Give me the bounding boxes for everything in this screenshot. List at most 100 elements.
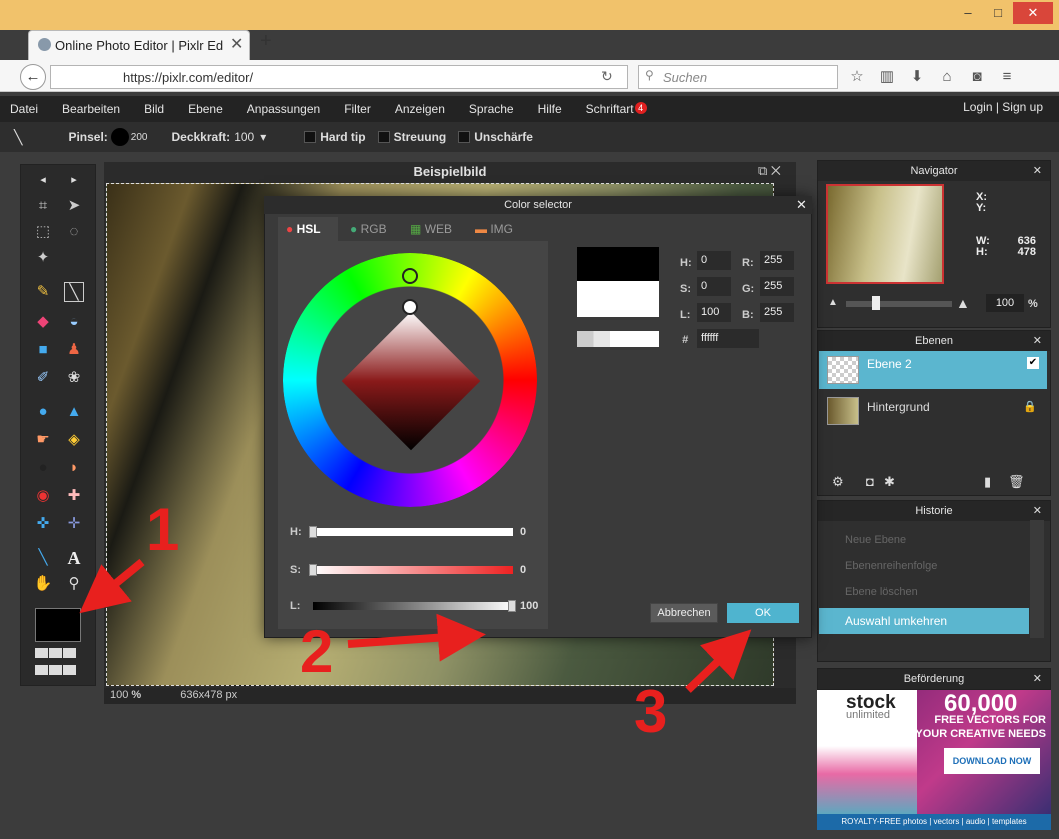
lasso-icon[interactable]: ◌: [64, 222, 84, 242]
foreground-color-swatch[interactable]: [35, 608, 81, 642]
hard-tip-box[interactable]: [304, 131, 317, 143]
menu-ebene[interactable]: Ebene: [188, 102, 223, 116]
bookmark-star-icon[interactable]: ☆: [842, 64, 872, 90]
history-item[interactable]: Ebene löschen: [819, 582, 1029, 604]
h-input[interactable]: 0: [697, 251, 731, 270]
collapse-left-icon[interactable]: ◂: [33, 170, 53, 190]
sharpen-icon[interactable]: ▲: [64, 402, 84, 422]
color-replace-icon[interactable]: ✐: [33, 368, 53, 388]
layer-visibility-checkbox[interactable]: ✔: [1027, 357, 1039, 369]
dodge-icon[interactable]: ◗: [64, 458, 84, 478]
home-icon[interactable]: ⌂: [932, 64, 962, 90]
type-tool-icon[interactable]: A: [64, 548, 84, 568]
menu-bearbeiten[interactable]: Bearbeiten: [62, 102, 120, 116]
layer-item[interactable]: Ebene 2 ✔: [819, 351, 1047, 389]
zoom-icon[interactable]: ⚲: [64, 574, 84, 594]
clone-stamp-icon[interactable]: ♟: [64, 340, 84, 360]
opacity-value[interactable]: 100: [234, 130, 254, 144]
b-input[interactable]: 255: [760, 303, 794, 322]
tab-hsl[interactable]: ● HSL: [278, 217, 338, 243]
menu-datei[interactable]: Datei: [10, 102, 38, 116]
search-input[interactable]: Suchen: [638, 65, 838, 89]
pinch-icon[interactable]: ✛: [64, 514, 84, 534]
login-link[interactable]: Login: [963, 100, 992, 114]
download-icon[interactable]: ⬇: [902, 64, 932, 90]
menu-bild[interactable]: Bild: [144, 102, 164, 116]
brush-icon[interactable]: ╲: [64, 282, 84, 302]
red-eye-icon[interactable]: ◉: [33, 486, 53, 506]
pencil-icon[interactable]: ✎: [33, 282, 53, 302]
navigator-zoom-input[interactable]: 100: [986, 294, 1024, 312]
hard-tip-checkbox[interactable]: Hard tip: [304, 130, 366, 144]
s-input[interactable]: 0: [697, 277, 731, 296]
opacity-dropdown-icon[interactable]: ▾: [260, 130, 266, 144]
color-picker-icon[interactable]: ╲: [33, 548, 53, 568]
back-button[interactable]: ←: [20, 64, 46, 90]
zoom-slider-knob[interactable]: [872, 296, 880, 310]
scatter-checkbox[interactable]: Streuung: [377, 130, 446, 144]
tab-web[interactable]: ▦ WEB: [410, 217, 452, 243]
crop-icon[interactable]: ⌗: [33, 196, 53, 216]
new-layer-icon[interactable]: ▮: [984, 474, 991, 490]
hand-icon[interactable]: ✋: [33, 574, 53, 594]
reading-list-icon[interactable]: ▥: [872, 64, 902, 90]
move-icon[interactable]: ➤: [64, 196, 84, 216]
promotion-close-icon[interactable]: ✕: [1033, 669, 1042, 689]
bloat-icon[interactable]: ✜: [33, 514, 53, 534]
history-scrollbar[interactable]: [1030, 520, 1044, 638]
navigator-thumbnail[interactable]: [826, 184, 944, 284]
scatter-box[interactable]: [377, 131, 390, 143]
blur-checkbox[interactable]: Unschärfe: [458, 130, 533, 144]
layer-settings-icon[interactable]: ⚙: [832, 474, 844, 490]
pocket-icon[interactable]: ◙: [962, 64, 992, 90]
hue-wheel[interactable]: [278, 250, 548, 520]
layer-item[interactable]: Hintergrund 🔒: [819, 392, 1047, 430]
g-input[interactable]: 255: [760, 277, 794, 296]
collapse-right-icon[interactable]: ▸: [64, 170, 84, 190]
smudge-icon[interactable]: ☛: [33, 430, 53, 450]
navigator-close-icon[interactable]: ✕: [1033, 161, 1042, 181]
spot-heal-icon[interactable]: ✚: [64, 486, 84, 506]
menu-anpassungen[interactable]: Anpassungen: [247, 102, 320, 116]
dialog-close-icon[interactable]: ✕: [796, 197, 807, 213]
hamburger-menu-icon[interactable]: ≡: [992, 64, 1022, 90]
delete-layer-icon[interactable]: 🗑: [1008, 474, 1025, 490]
r-input[interactable]: 255: [760, 251, 794, 270]
address-bar[interactable]: https://pixlr.com/editor/: [50, 65, 628, 89]
menu-anzeigen[interactable]: Anzeigen: [395, 102, 445, 116]
gradient-icon[interactable]: ■: [33, 340, 53, 360]
zoom-out-icon[interactable]: ▲: [828, 297, 838, 308]
document-window-controls[interactable]: ⧉ ✕: [758, 163, 781, 179]
blur-box[interactable]: [458, 131, 471, 143]
color-handle[interactable]: [402, 299, 418, 315]
menu-filter[interactable]: Filter: [344, 102, 371, 116]
brush-preview-icon[interactable]: [110, 128, 129, 146]
history-close-icon[interactable]: ✕: [1033, 501, 1042, 521]
hue-slider-knob[interactable]: [309, 526, 317, 538]
close-window-button[interactable]: ✕: [1013, 2, 1053, 24]
zoom-in-icon[interactable]: ▲: [956, 295, 970, 311]
burn-icon[interactable]: ●: [33, 458, 53, 478]
history-item[interactable]: Ebenenreihenfolge: [819, 556, 1029, 578]
layers-close-icon[interactable]: ✕: [1033, 331, 1042, 351]
browser-tab[interactable]: Online Photo Editor | Pixlr Ed: [28, 30, 250, 60]
tab-close-icon[interactable]: ✕: [230, 34, 243, 54]
saturation-slider-knob[interactable]: [309, 564, 317, 576]
history-item[interactable]: Neue Ebene: [819, 530, 1029, 552]
reload-icon[interactable]: ↻: [601, 68, 613, 85]
sponge-icon[interactable]: ◈: [64, 430, 84, 450]
hue-slider[interactable]: [313, 528, 513, 536]
zoom-value[interactable]: 100: [110, 689, 128, 701]
l-input[interactable]: 100: [697, 303, 731, 322]
saturation-slider[interactable]: [313, 566, 513, 574]
maximize-button[interactable]: □: [983, 2, 1013, 24]
zoom-slider[interactable]: [846, 301, 952, 307]
lightness-slider[interactable]: [313, 602, 513, 610]
brush-size[interactable]: 200: [131, 132, 148, 143]
ok-button[interactable]: OK: [727, 603, 799, 623]
new-tab-button[interactable]: +: [260, 30, 272, 53]
lightness-slider-knob[interactable]: [508, 600, 516, 612]
tab-img[interactable]: ▬ IMG: [475, 217, 513, 243]
recent-colors-strip[interactable]: [577, 331, 659, 347]
magic-wand-icon[interactable]: ✦: [33, 248, 53, 268]
